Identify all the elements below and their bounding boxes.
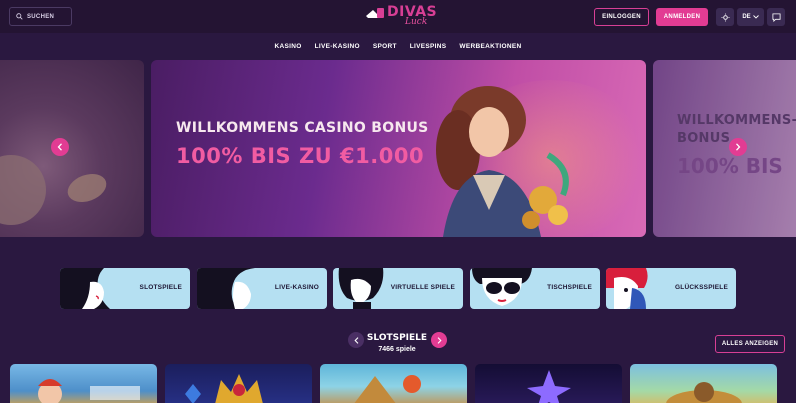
nav-item-live-kasino[interactable]: LIVE-KASINO bbox=[315, 43, 360, 50]
category-label: LIVE-KASINO bbox=[274, 284, 319, 291]
sunglasses-woman-icon bbox=[472, 268, 532, 306]
sun-icon bbox=[720, 12, 730, 22]
next-slide-offer: 100% BIS bbox=[677, 154, 783, 178]
category-tiles: SLOTSPIELE LIVE-KASINO VIRTUELLE SPIELE … bbox=[60, 268, 736, 309]
carousel-slide-next[interactable]: WILLKOMMENS-LIVE BONUS 100% BIS bbox=[653, 60, 796, 237]
category-tile-gluecksspiele[interactable]: GLÜCKSSPIELE bbox=[606, 268, 736, 309]
category-label: SLOTSPIELE bbox=[139, 284, 182, 291]
chevron-left-icon bbox=[57, 143, 62, 151]
game-art bbox=[354, 375, 421, 403]
language-label: DE bbox=[742, 14, 751, 20]
game-thumbnail[interactable] bbox=[10, 364, 157, 403]
chevron-left-icon bbox=[353, 336, 358, 344]
category-label: TISCHSPIELE bbox=[547, 284, 592, 291]
coin-image bbox=[0, 155, 46, 225]
promo-carousel: WILLKOMMENS CASINO BONUS 100% BIS ZU €1.… bbox=[0, 60, 796, 238]
pierrot-woman-icon bbox=[606, 268, 648, 309]
search-label: SUCHEN bbox=[27, 13, 55, 20]
game-art bbox=[38, 379, 140, 403]
language-select[interactable]: DE bbox=[737, 8, 764, 26]
section-game-count: 7466 spiele bbox=[378, 346, 416, 353]
banner-offer: 100% BIS ZU €1.000 bbox=[176, 144, 425, 168]
game-thumbnail[interactable] bbox=[320, 364, 467, 403]
banner-title: WILLKOMMENS CASINO BONUS bbox=[176, 120, 429, 136]
show-all-button[interactable]: ALLES ANZEIGEN bbox=[715, 335, 785, 353]
category-tile-live-kasino[interactable]: LIVE-KASINO bbox=[197, 268, 327, 309]
register-button[interactable]: ANMELDEN bbox=[656, 8, 708, 26]
section-title: SLOTSPIELE bbox=[366, 333, 428, 343]
section-prev-button[interactable] bbox=[348, 332, 364, 348]
game-art bbox=[527, 370, 571, 403]
category-label: GLÜCKSSPIELE bbox=[675, 284, 728, 291]
game-art bbox=[185, 374, 263, 403]
chat-button[interactable] bbox=[767, 8, 785, 26]
site-logo[interactable]: DIVAS Luck bbox=[363, 3, 437, 29]
game-thumbnail[interactable] bbox=[630, 364, 777, 403]
carousel-prev-button[interactable] bbox=[51, 138, 69, 156]
search-button[interactable]: SUCHEN bbox=[9, 7, 72, 26]
game-art bbox=[666, 382, 742, 403]
logo-shoe-icon bbox=[366, 8, 384, 18]
carousel-next-button[interactable] bbox=[729, 138, 747, 156]
category-label: VIRTUELLE SPIELE bbox=[390, 284, 455, 291]
woman-silhouette-icon bbox=[60, 268, 110, 309]
category-tile-slotspiele[interactable]: SLOTSPIELE bbox=[60, 268, 190, 309]
top-header: SUCHEN DIVAS Luck EINLOGGEN ANMELDEN DE bbox=[0, 0, 796, 33]
chat-icon bbox=[771, 12, 781, 22]
carousel-slide-prev[interactable] bbox=[0, 60, 144, 237]
section-next-button[interactable] bbox=[431, 332, 447, 348]
chevron-down-icon bbox=[752, 15, 759, 19]
logo-sub-text: Luck bbox=[405, 17, 428, 27]
chevron-right-icon bbox=[437, 336, 442, 344]
search-icon bbox=[16, 13, 23, 20]
nav-item-sport[interactable]: SPORT bbox=[373, 43, 397, 50]
heroine-illustration bbox=[436, 86, 569, 237]
nav-item-werbeaktionen[interactable]: WERBEAKTIONEN bbox=[459, 43, 521, 50]
nav-item-kasino[interactable]: KASINO bbox=[275, 43, 302, 50]
carousel-slide-active[interactable]: WILLKOMMENS CASINO BONUS 100% BIS ZU €1.… bbox=[151, 60, 646, 237]
nav-item-livespins[interactable]: LIVESPINS bbox=[410, 43, 447, 50]
game-thumbnail[interactable] bbox=[165, 364, 312, 403]
main-nav: KASINO LIVE-KASINO SPORT LIVESPINS WERBE… bbox=[0, 35, 796, 57]
chevron-right-icon bbox=[736, 143, 741, 151]
theme-toggle-button[interactable] bbox=[716, 8, 734, 26]
coin-image bbox=[63, 168, 111, 208]
login-button[interactable]: EINLOGGEN bbox=[594, 8, 649, 26]
category-tile-tischspiele[interactable]: TISCHSPIELE bbox=[470, 268, 600, 309]
woman-profile-icon bbox=[197, 268, 255, 309]
game-thumbnail[interactable] bbox=[475, 364, 622, 403]
category-tile-virtuelle-spiele[interactable]: VIRTUELLE SPIELE bbox=[333, 268, 463, 309]
